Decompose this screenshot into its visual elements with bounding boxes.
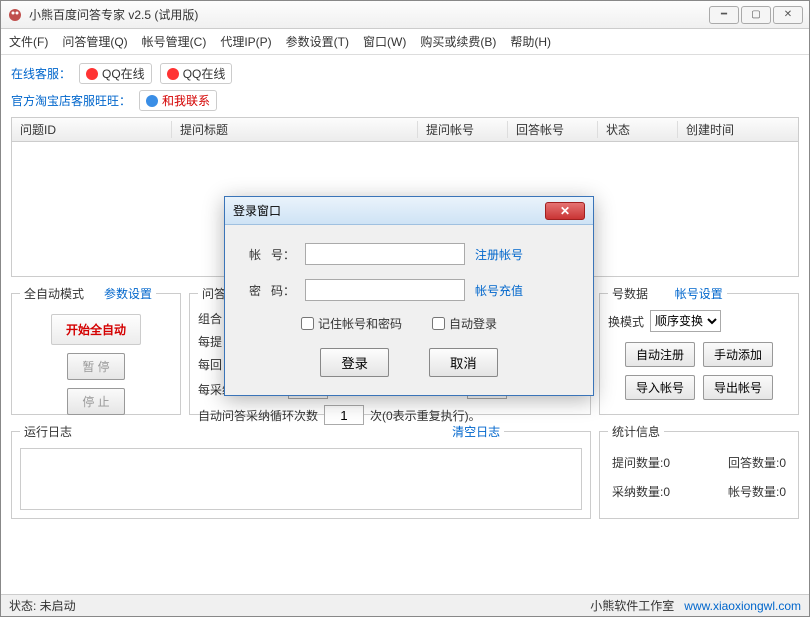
th-answer-account[interactable]: 回答帐号 bbox=[508, 121, 598, 138]
studio-label: 小熊软件工作室 bbox=[590, 599, 674, 613]
menu-proxy-ip[interactable]: 代理IP(P) bbox=[220, 33, 271, 50]
online-service-label: 在线客服： bbox=[11, 65, 71, 82]
qq-online-2[interactable]: QQ在线 bbox=[160, 63, 233, 84]
password-label: 密 码： bbox=[245, 282, 295, 299]
account-settings-link[interactable]: 帐号设置 bbox=[675, 285, 723, 302]
each-ask-label: 每提 bbox=[198, 333, 222, 350]
login-dialog: 登录窗口 ✕ 帐 号： 注册帐号 密 码： 帐号充值 记住帐号和密码 自动登录 … bbox=[224, 196, 594, 396]
stats-legend: 统计信息 bbox=[608, 423, 664, 440]
th-created[interactable]: 创建时间 bbox=[678, 121, 798, 138]
th-title[interactable]: 提问标题 bbox=[172, 121, 418, 138]
combo-label: 组合 bbox=[198, 310, 222, 327]
accept-count: 采纳数量:0 bbox=[612, 483, 670, 500]
menubar: 文件(F) 问答管理(Q) 帐号管理(C) 代理IP(P) 参数设置(T) 窗口… bbox=[1, 29, 809, 55]
account-label: 帐 号： bbox=[245, 246, 295, 263]
pause-button[interactable]: 暂 停 bbox=[67, 353, 124, 380]
wangwang-contact[interactable]: 和我联系 bbox=[139, 90, 217, 111]
qq-online-1[interactable]: QQ在线 bbox=[79, 63, 152, 84]
dialog-title: 登录窗口 bbox=[233, 202, 281, 219]
cancel-button[interactable]: 取消 bbox=[429, 348, 498, 377]
auto-mode-panel: 全自动模式 参数设置 开始全自动 暂 停 停 止 bbox=[11, 285, 181, 415]
login-button[interactable]: 登录 bbox=[320, 348, 389, 377]
th-ask-account[interactable]: 提问帐号 bbox=[418, 121, 508, 138]
taobao-label: 官方淘宝店客服旺旺： bbox=[11, 92, 131, 109]
answer-count: 回答数量:0 bbox=[728, 454, 786, 471]
log-textarea[interactable] bbox=[20, 448, 582, 510]
app-icon bbox=[7, 7, 23, 23]
menu-help[interactable]: 帮助(H) bbox=[510, 33, 551, 50]
start-auto-button[interactable]: 开始全自动 bbox=[51, 314, 141, 345]
statusbar: 状态: 未启动 小熊软件工作室 www.xiaoxiongwl.com bbox=[1, 594, 809, 616]
stats-panel: 统计信息 提问数量:0 回答数量:0 采纳数量:0 帐号数量:0 bbox=[599, 423, 799, 519]
switch-mode-label: 换模式 bbox=[608, 313, 644, 330]
import-account-button[interactable]: 导入帐号 bbox=[625, 375, 695, 400]
auto-register-button[interactable]: 自动注册 bbox=[625, 342, 695, 367]
ask-count: 提问数量:0 bbox=[612, 454, 670, 471]
window-title: 小熊百度问答专家 v2.5 (试用版) bbox=[29, 6, 709, 23]
account-legend: 号数据 bbox=[612, 285, 648, 302]
password-input[interactable] bbox=[305, 279, 465, 301]
recharge-link[interactable]: 帐号充值 bbox=[475, 282, 523, 299]
account-data-panel: 号数据 帐号设置 换模式 顺序变换 自动注册 手动添加 导入帐号 导出帐号 bbox=[599, 285, 799, 415]
loop-label: 自动问答采纳循环次数 bbox=[198, 407, 318, 424]
switch-mode-select[interactable]: 顺序变换 bbox=[650, 310, 721, 332]
loop-value[interactable] bbox=[324, 405, 364, 425]
account-input[interactable] bbox=[305, 243, 465, 265]
th-status[interactable]: 状态 bbox=[598, 121, 678, 138]
menu-window[interactable]: 窗口(W) bbox=[363, 33, 406, 50]
menu-qa-manage[interactable]: 问答管理(Q) bbox=[62, 33, 127, 50]
titlebar: 小熊百度问答专家 v2.5 (试用版) ━ ▢ ✕ bbox=[1, 1, 809, 29]
close-button[interactable]: ✕ bbox=[773, 6, 803, 24]
dialog-close-button[interactable]: ✕ bbox=[545, 202, 585, 220]
export-account-button[interactable]: 导出帐号 bbox=[703, 375, 773, 400]
loop-note: 次(0表示重复执行)。 bbox=[370, 407, 481, 424]
register-link[interactable]: 注册帐号 bbox=[475, 246, 523, 263]
each-answer-label: 每回 bbox=[198, 356, 222, 373]
clear-log-link[interactable]: 清空日志 bbox=[452, 423, 500, 440]
auto-mode-legend: 全自动模式 bbox=[24, 285, 84, 302]
menu-file[interactable]: 文件(F) bbox=[9, 33, 48, 50]
qq-icon bbox=[86, 68, 98, 80]
remember-checkbox[interactable]: 记住帐号和密码 bbox=[301, 315, 402, 332]
qq-icon bbox=[167, 68, 179, 80]
status-text: 状态: 未启动 bbox=[9, 597, 76, 614]
online-service-row: 在线客服： QQ在线 QQ在线 bbox=[11, 63, 799, 84]
th-id[interactable]: 问题ID bbox=[12, 121, 172, 138]
minimize-button[interactable]: ━ bbox=[709, 6, 739, 24]
maximize-button[interactable]: ▢ bbox=[741, 6, 771, 24]
menu-param-settings[interactable]: 参数设置(T) bbox=[286, 33, 349, 50]
menu-account-manage[interactable]: 帐号管理(C) bbox=[142, 33, 207, 50]
stop-button[interactable]: 停 止 bbox=[67, 388, 124, 415]
menu-purchase[interactable]: 购买或续费(B) bbox=[420, 33, 496, 50]
auto-login-checkbox[interactable]: 自动登录 bbox=[432, 315, 497, 332]
wangwang-icon bbox=[146, 95, 158, 107]
log-legend: 运行日志 bbox=[24, 423, 72, 440]
manual-add-button[interactable]: 手动添加 bbox=[703, 342, 773, 367]
account-count: 帐号数量:0 bbox=[728, 483, 786, 500]
log-panel: 运行日志 清空日志 bbox=[11, 423, 591, 519]
param-settings-link[interactable]: 参数设置 bbox=[104, 285, 152, 302]
studio-url[interactable]: www.xiaoxiongwl.com bbox=[684, 599, 801, 613]
taobao-service-row: 官方淘宝店客服旺旺： 和我联系 bbox=[11, 90, 799, 111]
